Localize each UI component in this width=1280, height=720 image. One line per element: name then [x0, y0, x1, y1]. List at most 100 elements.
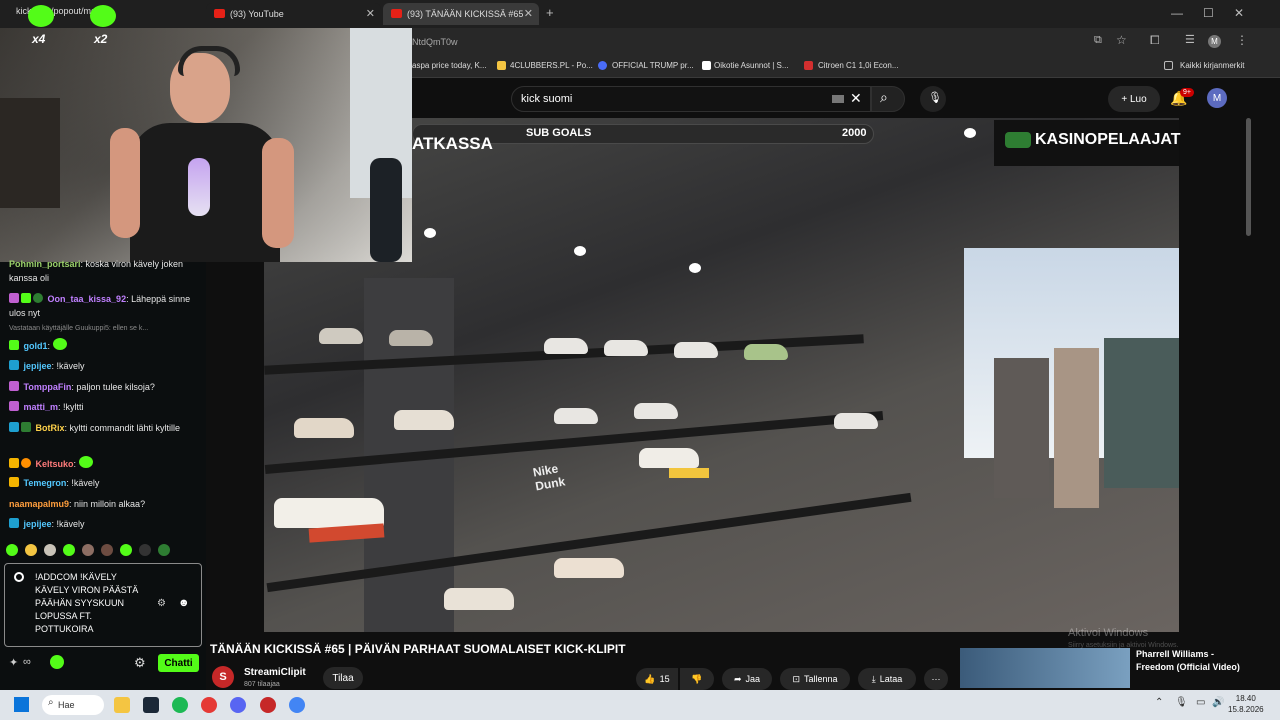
download-button[interactable]: ⤓ Lataa	[858, 668, 916, 690]
bookmark-citroen[interactable]: Citroen C1 1,0i Econ...	[818, 61, 898, 70]
chat-message: jepijee: !kävely	[9, 359, 199, 373]
emote-icon[interactable]	[25, 544, 37, 556]
profile-avatar[interactable]: M	[1208, 35, 1221, 48]
clothing	[994, 358, 1049, 498]
emote-icon[interactable]	[120, 544, 132, 556]
steam-icon[interactable]	[143, 697, 159, 713]
chat-username[interactable]: gold1	[24, 341, 48, 351]
chat-username[interactable]: TomppaFin	[24, 382, 72, 392]
command-icon[interactable]: ⚙	[157, 598, 166, 609]
gift-badge-icon	[21, 293, 31, 303]
recommended-thumbnail[interactable]	[960, 648, 1130, 688]
notification-badge: 9+	[1180, 88, 1194, 97]
url-field[interactable]: NtdQmT0w	[412, 37, 458, 47]
new-tab-button[interactable]: +	[546, 5, 554, 20]
reply-note: Vastataan käyttäjälle Guukuppi5: ellen s…	[9, 325, 149, 332]
emote-icon[interactable]	[44, 544, 56, 556]
reading-list-icon[interactable]: ☰	[1185, 33, 1195, 46]
infinity-icon[interactable]: ∞	[23, 656, 31, 668]
kick-logo-icon[interactable]	[50, 655, 64, 669]
volume-icon[interactable]: 🔊	[1212, 697, 1224, 708]
create-button[interactable]: + Luo	[1108, 86, 1160, 112]
overlay-left-text: ATKASSA	[412, 134, 493, 153]
close-icon[interactable]: ✕	[366, 7, 375, 20]
shoe	[319, 328, 363, 344]
clear-search-icon[interactable]: ✕	[850, 90, 862, 107]
chat-message: naamapalmu9: niin milloin alkaa?	[9, 497, 199, 511]
scrollbar[interactable]	[1246, 118, 1251, 236]
discord-icon[interactable]	[230, 697, 246, 713]
dislike-button[interactable]: 👎	[680, 668, 714, 690]
chat-username[interactable]: jepijee	[24, 519, 52, 529]
sub-goals-value: 2000	[842, 127, 867, 139]
bookmark-trump[interactable]: OFFICIAL TRUMP pr...	[612, 61, 694, 70]
all-bookmarks[interactable]: Kaikki kirjanmerkit	[1180, 61, 1244, 70]
network-icon[interactable]: ▭	[1196, 697, 1205, 708]
install-icon[interactable]: ⧉	[1094, 34, 1102, 47]
chat-username[interactable]: Temegron	[24, 478, 67, 488]
search-icon: ⌕	[880, 89, 888, 105]
channel-name[interactable]: StreamiClipit	[244, 667, 306, 678]
verified-badge-icon	[21, 422, 31, 432]
spotify-icon[interactable]	[172, 697, 188, 713]
gear-icon[interactable]: ⚙	[134, 655, 146, 671]
bookmark-oikotie[interactable]: Oikotie Asunnot | S...	[714, 61, 789, 70]
chat-username[interactable]: BotRix	[36, 423, 65, 433]
search-value: kick suomi	[521, 93, 573, 105]
emoji-icon[interactable]: ☻	[178, 597, 190, 609]
extensions-icon[interactable]: ⧠	[1150, 33, 1160, 48]
send-chat-button[interactable]: Chatti	[158, 654, 199, 672]
close-icon[interactable]: ✕	[524, 7, 533, 20]
close-window-icon[interactable]: ✕	[1234, 6, 1244, 20]
chevron-up-icon[interactable]: ⌃	[1155, 697, 1163, 708]
tab-label: (93) YouTube	[230, 9, 284, 19]
menu-icon[interactable]: ⋮	[1236, 33, 1248, 47]
tab-video[interactable]: (93) TÄNÄÄN KICKISSÄ #65 | PÄ ✕	[383, 3, 539, 25]
account-avatar[interactable]: M	[1207, 88, 1227, 108]
youtube-icon	[391, 9, 402, 18]
like-button[interactable]: 👍 15	[636, 668, 678, 690]
channel-avatar[interactable]: S	[212, 666, 234, 688]
download-label: Lataa	[879, 674, 903, 684]
maximize-icon[interactable]: ☐	[1203, 6, 1214, 20]
webcam-overlay	[0, 28, 412, 262]
emote-icon[interactable]	[101, 544, 113, 556]
emote-icon[interactable]	[158, 544, 170, 556]
share-button[interactable]: ➦ Jaa	[722, 668, 772, 690]
chat-text: :	[73, 459, 77, 469]
file-explorer-icon[interactable]	[114, 697, 130, 713]
thumbs-down-icon: 👎	[691, 673, 703, 684]
save-button[interactable]: ⊡ Tallenna	[780, 668, 850, 690]
emote-icon	[52, 338, 67, 350]
tab-youtube[interactable]: (93) YouTube ✕	[206, 3, 381, 25]
chat-username[interactable]: jepijee	[24, 361, 52, 371]
taskbar-clock[interactable]: 18.40 15.8.2026	[1228, 693, 1264, 715]
settings-sparkle-icon[interactable]: ✦	[9, 656, 18, 669]
subscriber-badge-icon	[9, 401, 19, 411]
chat-username[interactable]: Keltsuko	[36, 459, 74, 469]
chat-username[interactable]: matti_m	[24, 402, 59, 412]
bookmark-star-icon[interactable]: ☆	[1116, 33, 1127, 47]
emote-icon[interactable]	[139, 544, 151, 556]
search-button[interactable]	[871, 86, 905, 112]
chrome-icon[interactable]	[201, 697, 217, 713]
bookmark-aspa[interactable]: aspa price today, K...	[412, 61, 487, 70]
like-count: 15	[659, 674, 670, 684]
emote-icon[interactable]	[63, 544, 75, 556]
bookmark-4clubbers[interactable]: 4CLUBBERS.PL - Po...	[510, 61, 593, 70]
emote-icon[interactable]	[82, 544, 94, 556]
keyboard-icon[interactable]	[832, 95, 844, 103]
chat-username[interactable]: Oon_taa_kissa_92	[48, 294, 127, 304]
windows-start-icon[interactable]	[14, 697, 29, 712]
emote-icon[interactable]	[6, 544, 18, 556]
more-actions-button[interactable]: ⋯	[924, 668, 948, 690]
emote-blob-icon	[90, 5, 116, 27]
chrome-icon[interactable]	[289, 697, 305, 713]
chat-username[interactable]: naamapalmu9	[9, 499, 69, 509]
subscribe-button[interactable]: Tilaa	[323, 667, 363, 689]
chat-username[interactable]: Pohmin_portsari	[9, 259, 81, 269]
recommended-title[interactable]: Pharrell Williams - Freedom (Official Vi…	[1136, 648, 1246, 674]
mic-tray-icon[interactable]: 🎙	[1175, 697, 1188, 708]
minimize-icon[interactable]: —	[1171, 6, 1183, 20]
app-icon[interactable]	[260, 697, 276, 713]
